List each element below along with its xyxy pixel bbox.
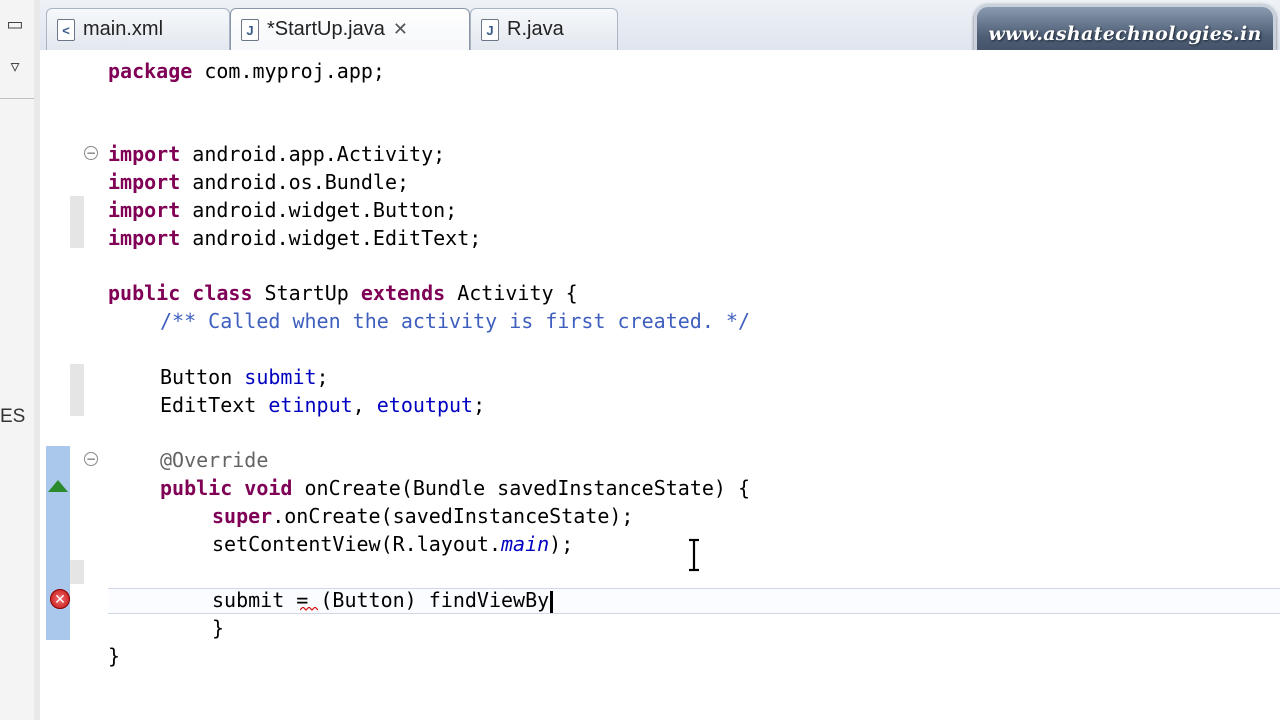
keyword: void (244, 476, 293, 500)
code-line-method-decl[interactable]: public void onCreate(Bundle savedInstanc… (160, 475, 750, 501)
code-line-annotation[interactable]: @Override (160, 447, 268, 473)
code-line-class-decl[interactable]: public class StartUp extends Activity { (108, 280, 578, 306)
code-text: android.os.Bundle; (180, 170, 410, 194)
keyword: import (108, 142, 181, 166)
code-line-import[interactable]: import android.os.Bundle; (108, 169, 409, 195)
code-line-comment[interactable]: /** Called when the activity is first cr… (160, 308, 750, 334)
code-line-super-call[interactable]: super.onCreate(savedInstanceState); (212, 503, 633, 529)
error-icon[interactable]: ✕ (50, 589, 70, 609)
ruler-marker (70, 560, 84, 584)
keyword: import (108, 226, 181, 250)
annotation: @Override (160, 448, 269, 472)
code-text: } (108, 644, 121, 668)
keyword: package (108, 59, 193, 83)
code-text: Activity { (445, 281, 578, 305)
restore-icon[interactable]: ▭ (3, 14, 27, 36)
code-line-current[interactable]: submit = (Button) findViewBy (212, 587, 554, 613)
code-text: android.app.Activity; (180, 142, 446, 166)
tab-label: R.java (507, 18, 564, 40)
code-text: ; (316, 365, 329, 389)
javadoc-comment: /** Called when the activity is first cr… (160, 309, 751, 333)
field-name: submit (244, 365, 317, 389)
ruler-marker (70, 364, 84, 416)
tab-startup-java[interactable]: J *StartUp.java ✕ (230, 8, 470, 50)
tab-label: *StartUp.java (267, 18, 385, 40)
xml-file-icon: < (57, 18, 75, 41)
mouse-ibeam-cursor-icon (689, 538, 699, 572)
code-text: onCreate(Bundle savedInstanceState) { (292, 476, 751, 500)
tab-main-xml[interactable]: < main.xml (46, 8, 230, 50)
code-text: StartUp (252, 281, 361, 305)
fold-method-icon[interactable]: − (84, 452, 98, 466)
code-text: setContentView(R.layout. (212, 532, 501, 556)
code-line-field[interactable]: Button submit; (160, 364, 329, 390)
code-text: ; (473, 393, 486, 417)
override-marker-icon[interactable] (48, 480, 68, 492)
tab-label: main.xml (83, 18, 164, 40)
field-name: etinput (268, 393, 353, 417)
code-text: Button (160, 365, 245, 389)
tab-r-java[interactable]: J R.java (470, 8, 618, 50)
code-line-package[interactable]: package com.myproj.app; (108, 58, 385, 84)
fold-imports-icon[interactable]: − (84, 146, 98, 160)
field-name: etoutput (376, 393, 474, 417)
code-line-import[interactable]: import android.widget.Button; (108, 197, 457, 223)
code-line-brace[interactable]: } (212, 615, 224, 641)
code-text: ); (549, 532, 574, 556)
code-line-field[interactable]: EditText etinput, etoutput; (160, 392, 485, 418)
code-line-import[interactable]: import android.widget.EditText; (108, 225, 481, 251)
keyword: super (212, 504, 273, 528)
java-file-icon: J (481, 18, 499, 41)
keyword: import (108, 170, 181, 194)
code-text: android.widget.EditText; (180, 226, 482, 250)
static-field: main (500, 532, 550, 556)
text-caret (550, 590, 554, 613)
error-squiggle (300, 607, 318, 611)
code-text: submit (212, 588, 285, 612)
left-panel-clipped-label: ES (0, 406, 26, 427)
ruler-marker (70, 196, 84, 248)
code-line-set-content-view[interactable]: setContentView(R.layout.main); (212, 531, 573, 557)
code-text: , (352, 393, 377, 417)
rail-divider (0, 98, 34, 99)
change-ruler (46, 446, 70, 640)
left-panel: ▭ ▿ ES (0, 0, 35, 720)
keyword: extends (360, 281, 446, 305)
code-text: .onCreate(savedInstanceState); (272, 504, 634, 528)
java-file-icon: J (241, 18, 259, 41)
code-line-import[interactable]: import android.app.Activity; (108, 141, 445, 167)
keyword: public (108, 281, 181, 305)
code-text: com.myproj.app; (192, 59, 385, 83)
code-text: } (212, 616, 225, 640)
code-line-brace[interactable]: } (108, 643, 120, 669)
code-text: android.widget.Button; (180, 198, 458, 222)
keyword: public (160, 476, 233, 500)
keyword: class (192, 281, 253, 305)
view-menu-icon[interactable]: ▿ (3, 56, 27, 78)
code-text: EditText (160, 393, 269, 417)
code-text: (Button) findViewBy (320, 588, 550, 612)
watermark-text: www.ashatechnologies.in (988, 23, 1262, 45)
keyword: import (108, 198, 181, 222)
close-tab-icon[interactable]: ✕ (393, 19, 408, 40)
